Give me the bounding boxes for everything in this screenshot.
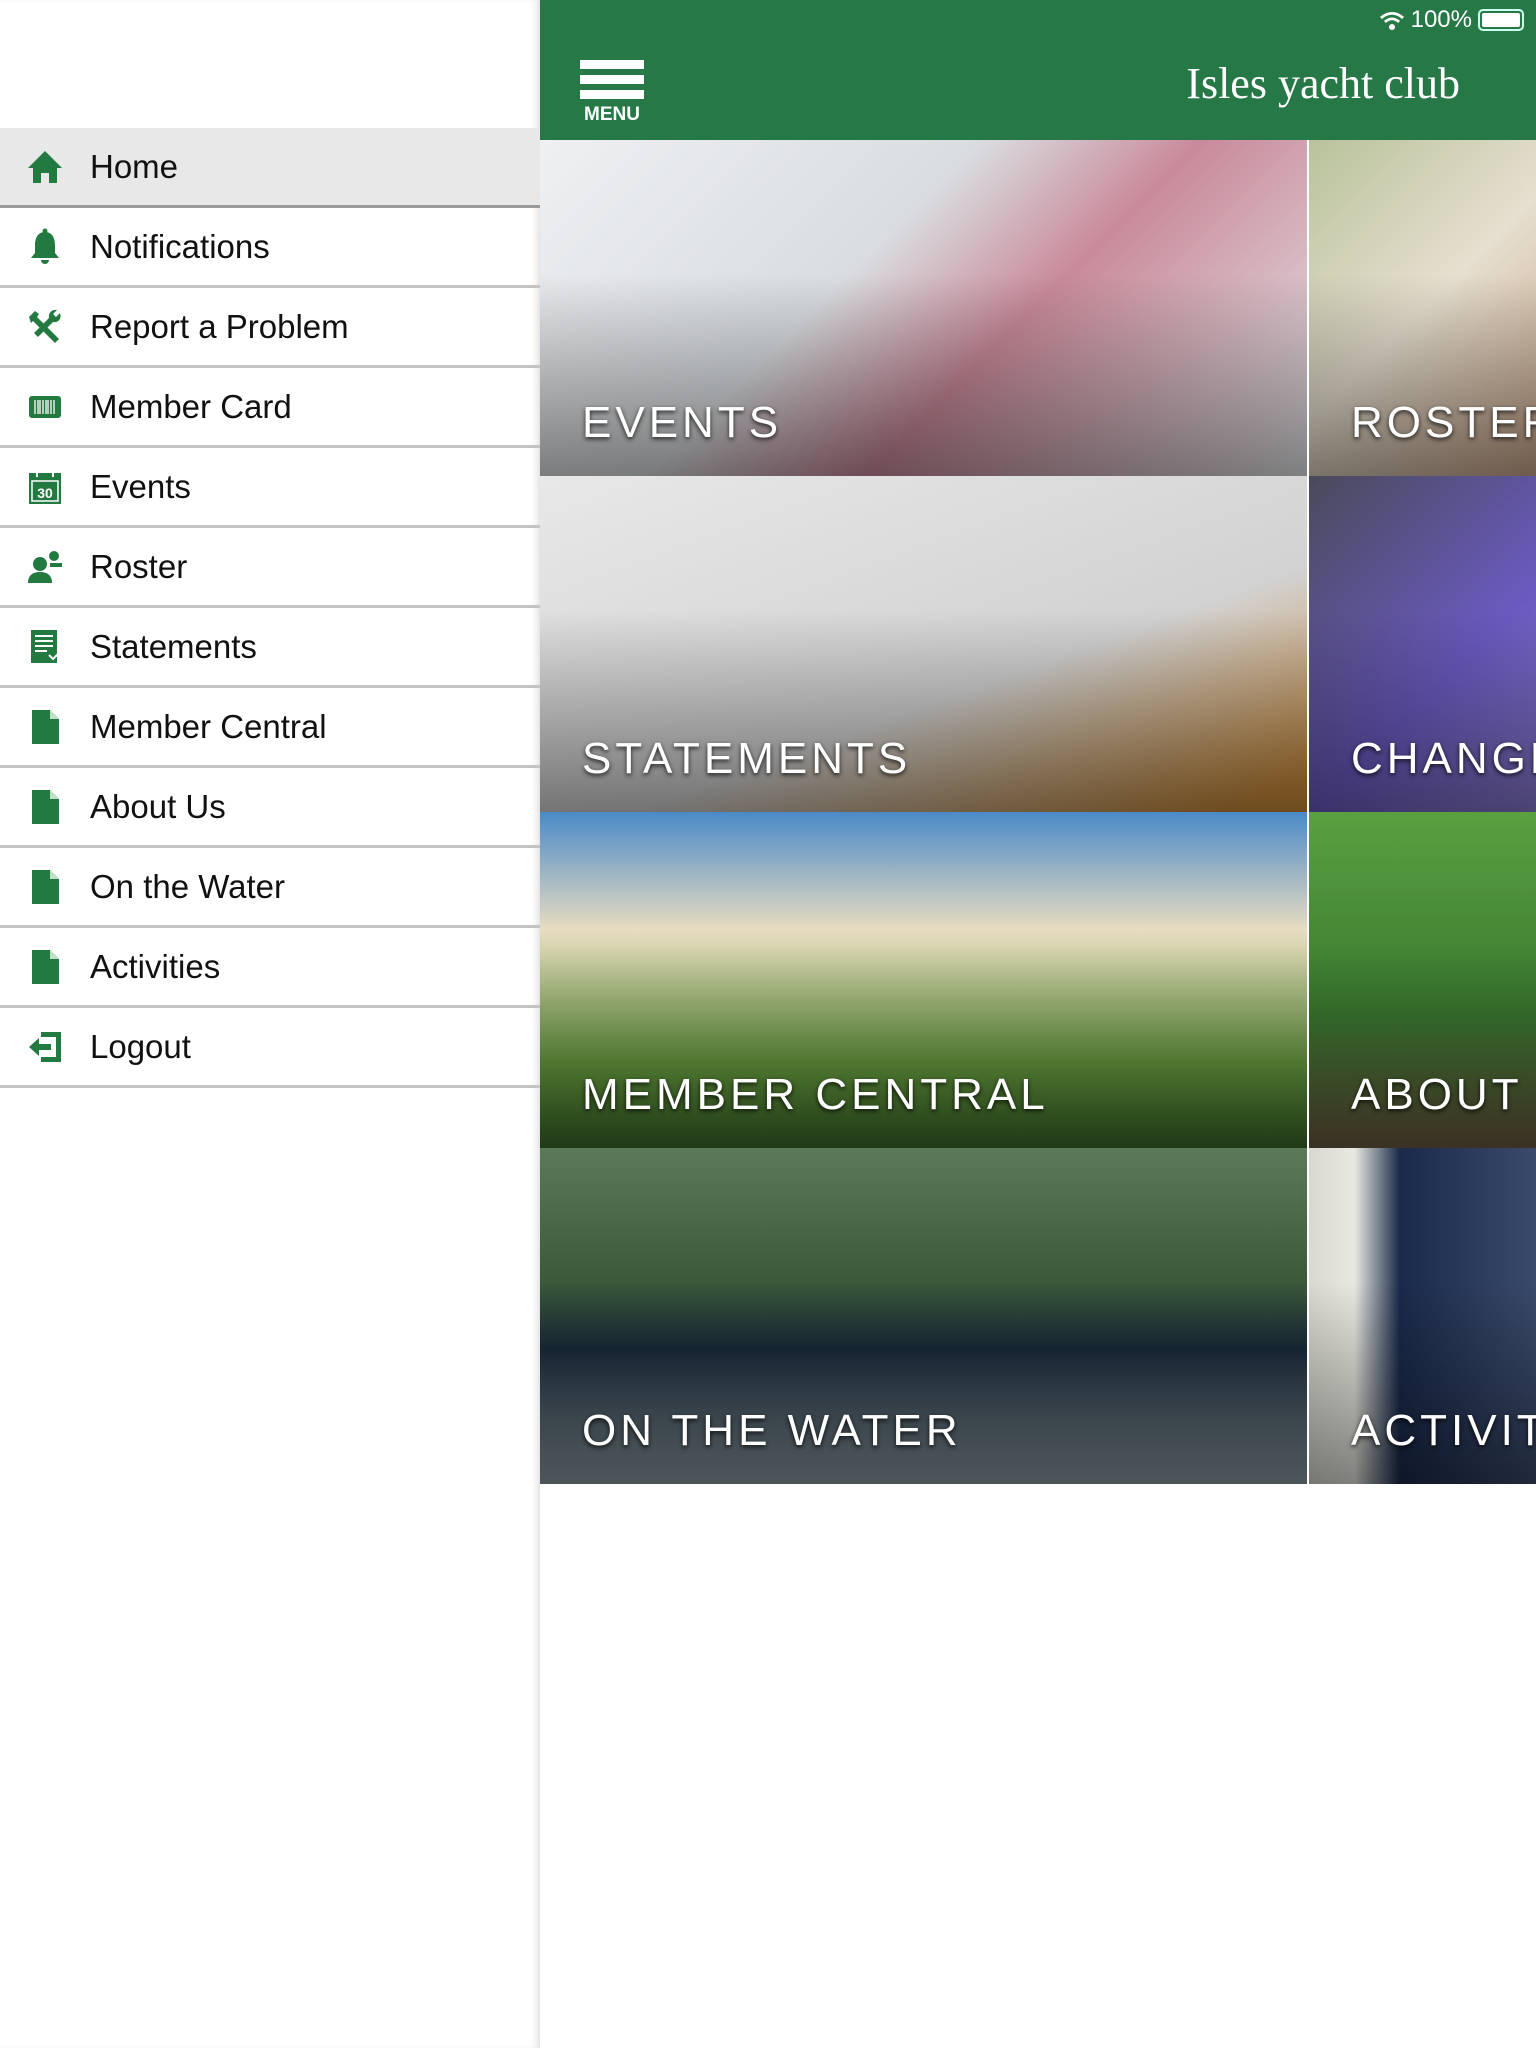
sidebar-item-report-a-problem[interactable]: Report a Problem xyxy=(0,288,540,368)
sidebar-item-label: About Us xyxy=(90,787,226,825)
tile-label: ROSTER xyxy=(1351,398,1536,447)
sidebar-item-label: Notifications xyxy=(90,227,270,265)
bell-icon xyxy=(0,228,90,266)
menu-button[interactable]: MENU xyxy=(580,60,644,126)
sidebar-item-label: Roster xyxy=(90,547,188,585)
wifi-icon xyxy=(1379,12,1404,30)
sidebar-item-statements[interactable]: Statements xyxy=(0,608,540,688)
sidebar-item-logout[interactable]: Logout xyxy=(0,1008,540,1088)
tile-label: ABOUT xyxy=(1351,1070,1523,1119)
tile-change[interactable]: CHANGE xyxy=(1309,476,1536,812)
sidebar-item-label: Statements xyxy=(90,627,257,665)
status-bar: 100% xyxy=(1379,6,1524,34)
battery-percent: 100% xyxy=(1410,6,1472,33)
sidebar-item-label: On the Water xyxy=(90,867,286,905)
sidebar-menu: Home Notifications Report a Problem Member … xyxy=(0,128,540,1088)
home-icon xyxy=(0,149,90,185)
header: 100% MENU Isles yacht club xyxy=(540,0,1536,140)
hamburger-icon xyxy=(580,60,644,99)
sidebar-item-roster[interactable]: Roster xyxy=(0,528,540,608)
tile-label: CHANGE xyxy=(1351,734,1536,783)
tools-icon xyxy=(0,309,90,345)
sidebar-item-label: Report a Problem xyxy=(90,307,349,345)
sidebar-item-home[interactable]: Home xyxy=(0,128,540,208)
tile-roster[interactable]: ROSTER xyxy=(1309,140,1536,476)
sidebar-item-member-card[interactable]: Member Card xyxy=(0,368,540,448)
tile-label: STATEMENTS xyxy=(582,734,912,783)
menu-label: MENU xyxy=(584,104,640,125)
tile-about[interactable]: ABOUT xyxy=(1309,812,1536,1148)
tile-member-central[interactable]: MEMBER CENTRAL xyxy=(540,812,1307,1148)
logout-icon xyxy=(0,1030,90,1064)
sidebar-item-on-the-water[interactable]: On the Water xyxy=(0,848,540,928)
people-icon xyxy=(0,550,90,584)
statement-icon xyxy=(0,629,90,665)
sidebar-item-activities[interactable]: Activities xyxy=(0,928,540,1008)
svg-text:30: 30 xyxy=(37,485,53,501)
tile-label: EVENTS xyxy=(582,398,783,447)
tile-label: ON THE WATER xyxy=(582,1406,962,1455)
tile-statements[interactable]: STATEMENTS xyxy=(540,476,1307,812)
app-title: Isles yacht club xyxy=(1186,59,1460,108)
sidebar-item-label: Logout xyxy=(90,1027,191,1065)
tile-on-the-water[interactable]: ON THE WATER xyxy=(540,1148,1307,1484)
sidebar-item-label: Events xyxy=(90,467,191,505)
tile-label: ACTIVIT xyxy=(1351,1406,1536,1455)
sidebar-item-label: Member Central xyxy=(90,707,327,745)
sidebar-item-label: Member Card xyxy=(90,387,292,425)
main-panel: 100% MENU Isles yacht club EVENTS ROSTER S… xyxy=(540,0,1536,2048)
calendar-icon: 30 xyxy=(0,469,90,505)
barcode-card-icon xyxy=(0,395,90,419)
sidebar-item-member-central[interactable]: Member Central xyxy=(0,688,540,768)
document-icon xyxy=(0,709,90,745)
sidebar-item-notifications[interactable]: Notifications xyxy=(0,208,540,288)
document-icon xyxy=(0,789,90,825)
tile-events[interactable]: EVENTS xyxy=(540,140,1307,476)
sidebar-item-label: Activities xyxy=(90,947,221,985)
tile-activit[interactable]: ACTIVIT xyxy=(1309,1148,1536,1484)
sidebar-item-about-us[interactable]: About Us xyxy=(0,768,540,848)
sidebar-item-label: Home xyxy=(90,147,179,185)
sidebar: Home Notifications Report a Problem Member … xyxy=(0,0,540,2048)
document-icon xyxy=(0,949,90,985)
battery-icon xyxy=(1478,9,1524,31)
sidebar-item-events[interactable]: 30 Events xyxy=(0,448,540,528)
tile-label: MEMBER CENTRAL xyxy=(582,1070,1049,1119)
document-icon xyxy=(0,869,90,905)
